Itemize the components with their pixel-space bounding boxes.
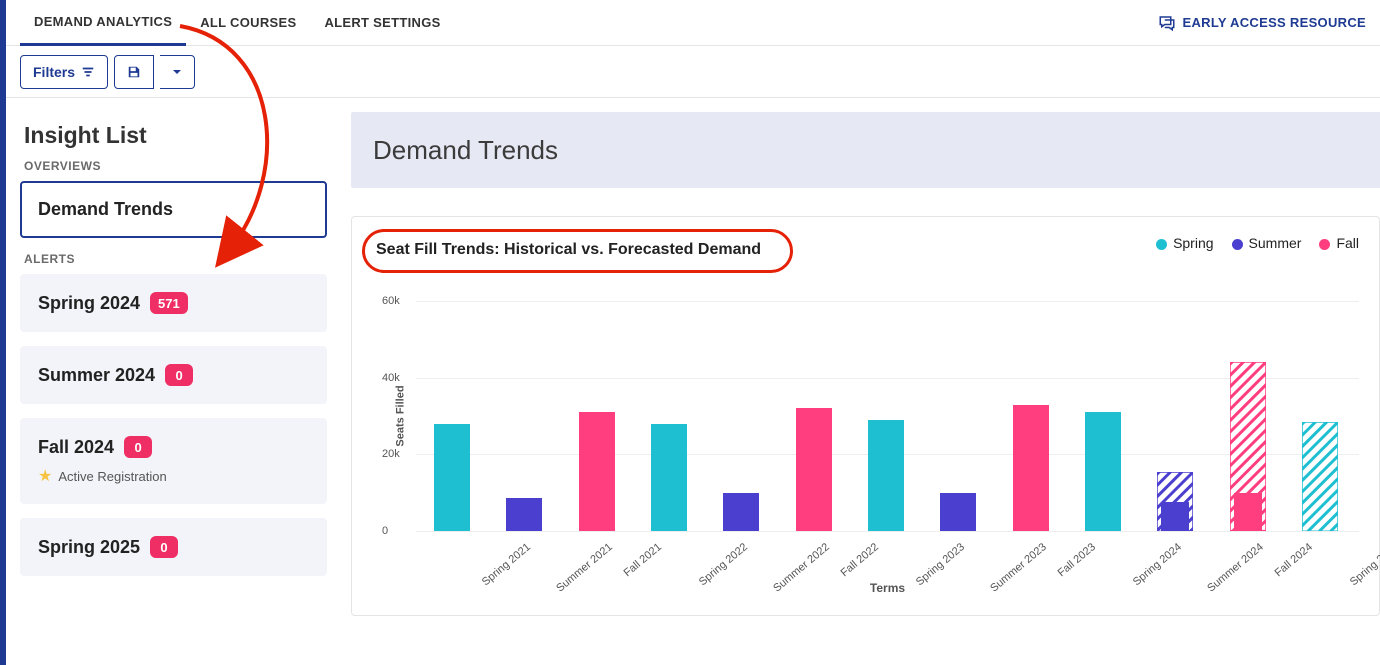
chat-icon: [1158, 14, 1176, 32]
x-tick: Fall 2024: [1272, 541, 1314, 579]
legend-dot-summer: [1232, 239, 1243, 250]
main-panel: Demand Trends Seat Fill Trends: Historic…: [341, 98, 1380, 665]
section-alerts-label: ALERTS: [24, 252, 327, 266]
early-access-label: EARLY ACCESS RESOURCE: [1182, 15, 1366, 30]
gridline: [416, 378, 1359, 379]
bar-overlay: [1234, 493, 1262, 531]
save-button[interactable]: [114, 55, 154, 89]
alert-item[interactable]: Spring 2024 571: [20, 274, 327, 332]
tab-all-courses[interactable]: ALL COURSES: [186, 0, 310, 46]
alert-item[interactable]: Spring 2025 0: [20, 518, 327, 576]
legend-label: Summer: [1249, 235, 1302, 251]
bar: [1085, 412, 1121, 531]
filter-icon: [81, 65, 95, 79]
star-icon: ★: [38, 466, 52, 486]
alert-count-badge: 0: [150, 536, 178, 558]
panel-header: Demand Trends: [351, 112, 1380, 188]
gridline: [416, 531, 1359, 532]
alert-item[interactable]: Summer 2024 0: [20, 346, 327, 404]
x-tick: Fall 2023: [1055, 541, 1097, 579]
x-tick: Fall 2021: [621, 541, 663, 579]
alert-item[interactable]: Fall 2024 0 ★ Active Registration: [20, 418, 327, 504]
alert-label: Spring 2024: [38, 293, 140, 314]
alert-count-badge: 0: [165, 364, 193, 386]
legend-dot-spring: [1156, 239, 1167, 250]
alert-label: Spring 2025: [38, 537, 140, 558]
legend: Spring Summer Fall: [1156, 235, 1359, 251]
legend-label: Fall: [1336, 235, 1359, 251]
gridline: [416, 301, 1359, 302]
legend-fall: Fall: [1319, 235, 1359, 251]
x-axis: Terms Spring 2021Summer 2021Fall 2021Spr…: [416, 535, 1359, 595]
legend-summer: Summer: [1232, 235, 1302, 251]
bar: [940, 493, 976, 531]
chart-subtitle: Seat Fill Trends: Historical vs. Forecas…: [362, 235, 775, 265]
toolbar: Filters: [6, 46, 1380, 98]
section-overviews-label: OVERVIEWS: [24, 159, 327, 173]
x-tick: Fall 2022: [838, 541, 880, 579]
bar-overlay: [1161, 502, 1189, 531]
sidebar-title: Insight List: [24, 122, 327, 149]
chart-card: Seat Fill Trends: Historical vs. Forecas…: [351, 216, 1380, 616]
caret-down-icon: [172, 67, 182, 77]
y-tick: 0: [382, 525, 388, 537]
alert-count-badge: 571: [150, 292, 188, 314]
bar: [796, 408, 832, 531]
tab-alert-settings[interactable]: ALERT SETTINGS: [310, 0, 454, 46]
overview-item-demand-trends[interactable]: Demand Trends: [20, 181, 327, 238]
bar: [579, 412, 615, 531]
tab-bar: DEMAND ANALYTICS ALL COURSES ALERT SETTI…: [6, 0, 1380, 46]
bar: [1013, 405, 1049, 532]
bar: [868, 420, 904, 531]
tab-demand-analytics[interactable]: DEMAND ANALYTICS: [20, 0, 186, 46]
alert-count-badge: 0: [124, 436, 152, 458]
alert-label: Fall 2024: [38, 437, 114, 458]
bar: [723, 493, 759, 531]
bar: [1302, 422, 1338, 531]
bar: [506, 498, 542, 531]
legend-spring: Spring: [1156, 235, 1213, 251]
chart-subtitle-text: Seat Fill Trends: Historical vs. Forecas…: [376, 241, 761, 258]
y-tick: 40k: [382, 372, 400, 384]
y-tick: 20k: [382, 448, 400, 460]
y-axis-label: Seats Filled: [395, 385, 407, 446]
bar: [651, 424, 687, 531]
insight-sidebar: Insight List OVERVIEWS Demand Trends ALE…: [6, 98, 341, 665]
alert-label: Summer 2024: [38, 365, 155, 386]
chart-plot-area: Seats Filled 020k40k60k: [416, 301, 1359, 531]
active-registration-label: Active Registration: [58, 469, 166, 484]
save-icon: [127, 65, 141, 79]
filters-button[interactable]: Filters: [20, 55, 108, 89]
panel-title: Demand Trends: [373, 135, 558, 166]
early-access-link[interactable]: EARLY ACCESS RESOURCE: [1158, 14, 1366, 32]
overview-item-label: Demand Trends: [38, 199, 309, 220]
save-menu-button[interactable]: [160, 55, 195, 89]
legend-dot-fall: [1319, 239, 1330, 250]
x-tick: Spring 2025: [1348, 541, 1380, 588]
y-tick: 60k: [382, 295, 400, 307]
filters-label: Filters: [33, 64, 75, 80]
bar: [434, 424, 470, 531]
legend-label: Spring: [1173, 235, 1213, 251]
